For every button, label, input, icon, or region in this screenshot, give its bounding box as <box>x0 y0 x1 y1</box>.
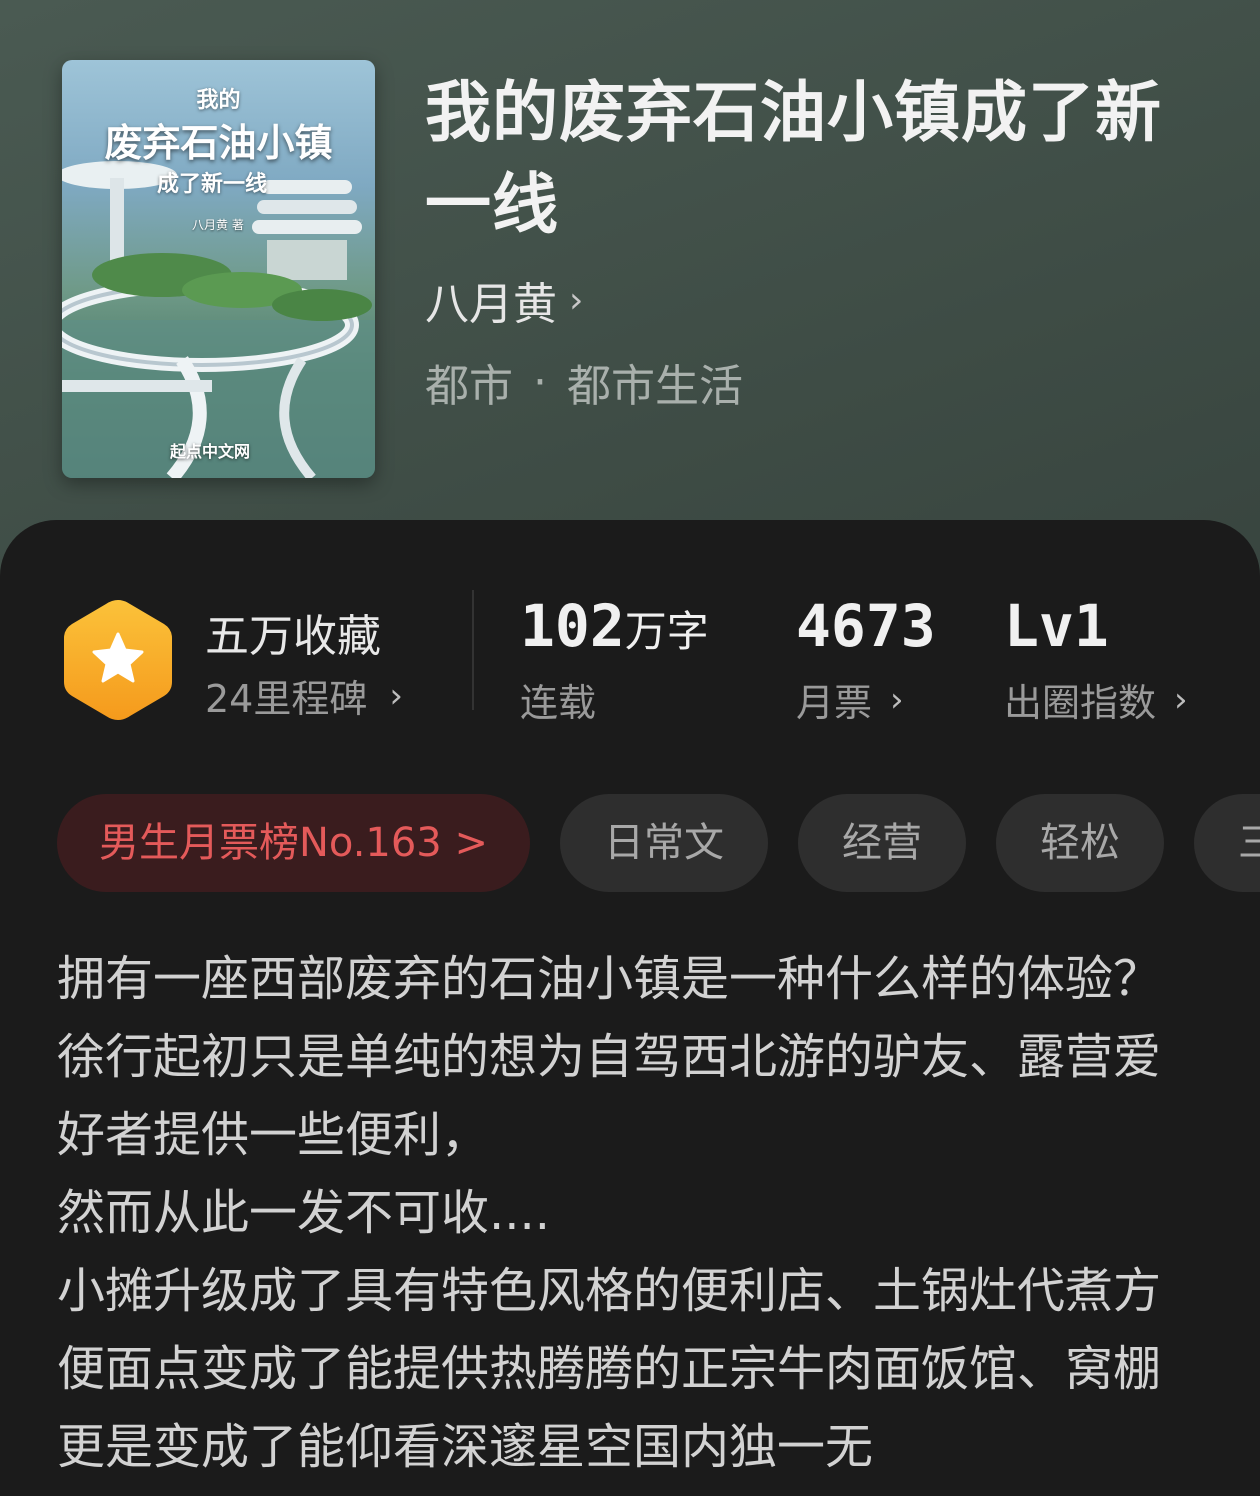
author-name: 八月黄 <box>425 279 557 330</box>
serial-status-label: 连载 <box>520 681 597 725</box>
collection-title[interactable]: 五万收藏 <box>205 600 381 664</box>
genre-breadcrumb: 都市 · 都市生活 <box>425 350 743 414</box>
rank-tag[interactable]: 男生月票榜No.163 > <box>57 794 530 892</box>
collection-milestone[interactable]: 24里程碑 › <box>205 668 403 723</box>
popularity-index-label: 出圈指数 <box>1004 681 1157 725</box>
book-description[interactable]: 拥有一座西部废弃的石油小镇是一种什么样的体验？徐行起初只是单纯的想为自驾西北游的… <box>57 940 1177 1486</box>
stats-divider <box>472 590 474 710</box>
chevron-right-icon: › <box>569 279 584 321</box>
word-count-unit: 万字 <box>624 607 709 656</box>
word-count-number: 102 <box>520 592 625 660</box>
genre-secondary[interactable]: 都市生活 <box>567 350 743 414</box>
tag-item[interactable]: 经营 <box>797 794 966 892</box>
stats-row: 五万收藏 24里程碑 › 102万字 连载 4673 月票 › Lv1 出圈指数… <box>0 520 1260 760</box>
level-value: Lv1 <box>1004 592 1109 660</box>
tag-item[interactable]: 三 <box>1193 794 1260 892</box>
monthly-ticket-link[interactable]: 月票 › <box>796 672 904 727</box>
popularity-index-link[interactable]: 出圈指数 › <box>1004 672 1188 727</box>
book-info-panel: 五万收藏 24里程碑 › 102万字 连载 4673 月票 › Lv1 出圈指数… <box>0 520 1260 1496</box>
collection-badge[interactable] <box>62 598 174 726</box>
chevron-right-icon: › <box>890 679 904 720</box>
tag-list: 男生月票榜No.163 > 日常文 经营 轻松 三 <box>57 794 1260 892</box>
cover-sub-title: 成了新一线 <box>157 171 268 197</box>
cover-main-title: 废弃石油小镇 <box>104 120 333 165</box>
chevron-right-icon: › <box>1174 679 1188 720</box>
genre-separator: · <box>533 356 547 408</box>
tag-item[interactable]: 轻松 <box>995 794 1164 892</box>
star-icon <box>64 600 172 720</box>
monthly-ticket-count: 4673 <box>796 592 936 660</box>
milestone-label: 24里程碑 <box>205 677 368 721</box>
cover-small-title: 我的 <box>196 87 241 113</box>
word-count: 102万字 <box>520 592 709 660</box>
serial-status: 连载 <box>520 672 596 727</box>
genre-primary[interactable]: 都市 <box>425 350 513 414</box>
book-title: 我的废弃石油小镇成了新一线 <box>425 73 1162 243</box>
cover-publisher: 起点中文网 <box>170 442 251 461</box>
monthly-ticket-label: 月票 <box>796 681 873 725</box>
cover-author: 八月黄 著 <box>192 218 244 232</box>
author-link[interactable]: 八月黄 › <box>425 268 583 332</box>
book-cover[interactable]: 我的 废弃石油小镇 成了新一线 八月黄 著 起点中文网 <box>62 60 375 478</box>
chevron-right-icon: › <box>389 675 403 716</box>
book-detail-page: 我的 废弃石油小镇 成了新一线 八月黄 著 起点中文网 我的废弃石油小镇成了新一… <box>0 0 1260 1496</box>
tag-item[interactable]: 日常文 <box>559 794 768 892</box>
